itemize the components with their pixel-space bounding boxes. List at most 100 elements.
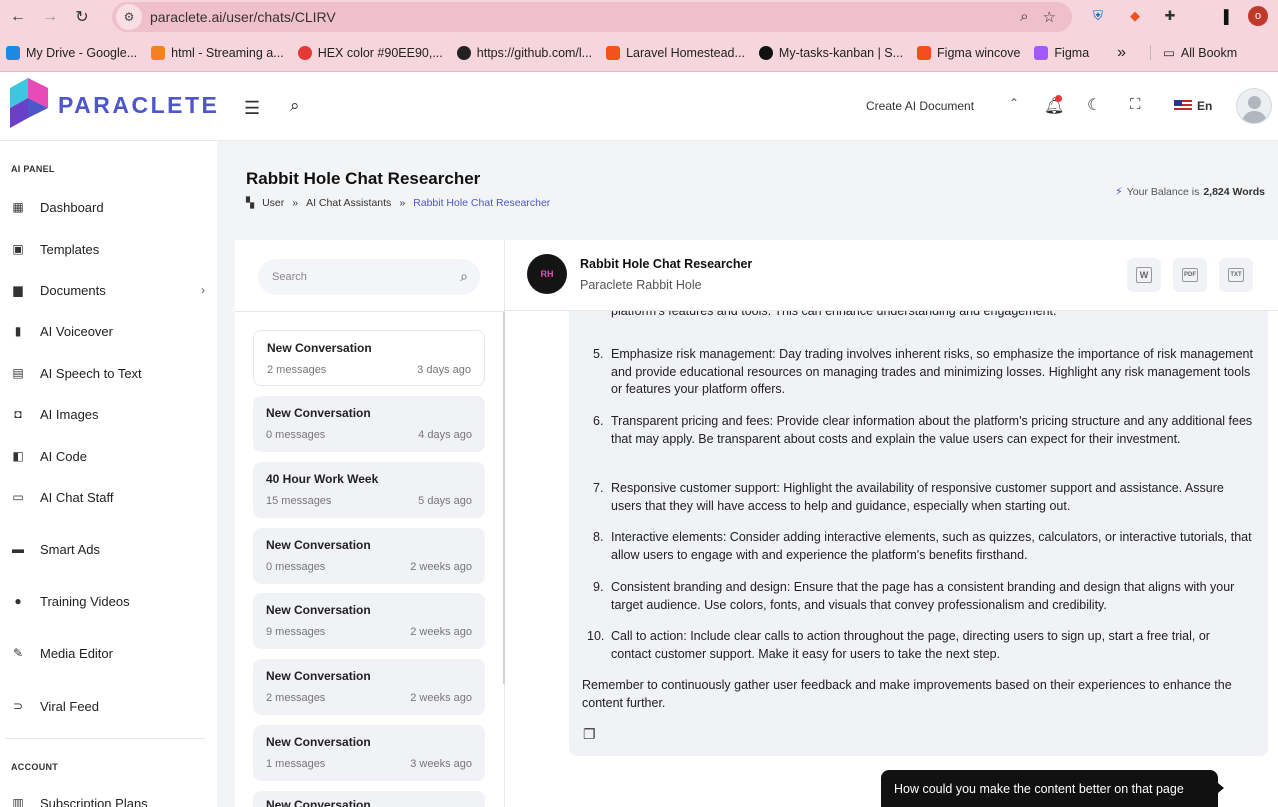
conversation-title: New Conversation: [266, 735, 371, 749]
extensions-puzzle-icon[interactable]: ✚: [1160, 6, 1180, 26]
bookmark-star-icon[interactable]: ☆: [1043, 8, 1056, 26]
bookmark-item[interactable]: My Drive - Google...: [6, 45, 137, 60]
profile-avatar[interactable]: o: [1248, 6, 1268, 26]
conversation-item[interactable]: New Conversation 0 messages 2 weeks ago: [253, 528, 485, 584]
rss-icon: ⊃: [12, 699, 24, 713]
conversation-search-input[interactable]: Search ⌕: [258, 259, 480, 295]
list-number: 8.: [593, 530, 604, 544]
sidebar: AI PANEL ▦ Dashboard ▣ Templates ▆ Document…: [0, 141, 217, 807]
sidebar-item-media-editor[interactable]: ✎ Media Editor: [10, 642, 205, 664]
bookmark-item[interactable]: Figma: [1034, 45, 1090, 60]
conversation-count: 9 messages: [266, 626, 326, 638]
bot-subtitle: Paraclete Rabbit Hole: [580, 278, 702, 292]
breadcrumb-item[interactable]: User: [262, 197, 284, 209]
video-icon: ●: [14, 594, 22, 608]
dark-mode-toggle-icon[interactable]: ☾: [1087, 95, 1101, 115]
conversation-count: 15 messages: [266, 495, 332, 507]
bookmark-label: Figma: [1054, 45, 1090, 60]
user-avatar[interactable]: [1236, 88, 1272, 124]
list-text: Consistent branding and design: Ensure t…: [611, 580, 1235, 612]
sidebar-item-subscription-plans[interactable]: ▥ Subscription Plans: [10, 792, 205, 807]
sidebar-item-ai-images[interactable]: ◘ AI Images: [10, 403, 205, 425]
sidebar-item-ai-voiceover[interactable]: ▮ AI Voiceover: [10, 320, 205, 342]
conversation-item[interactable]: New Conversation: [253, 791, 485, 807]
list-text: Interactive elements: Consider adding in…: [611, 530, 1252, 562]
sidebar-item-ai-speech-to-text[interactable]: ▤ AI Speech to Text: [10, 362, 205, 384]
user-message-bubble: How could you make the content better on…: [881, 770, 1218, 807]
sidebar-item-viral-feed[interactable]: ⊃ Viral Feed: [10, 695, 205, 717]
bolt-icon: ⚡︎: [1115, 186, 1123, 198]
language-selector[interactable]: En: [1174, 99, 1212, 113]
export-txt-button[interactable]: TXT: [1219, 258, 1253, 292]
back-icon[interactable]: ←: [4, 3, 32, 31]
conversation-list-panel: Search ⌕ New Conversation 2 messages 3 day…: [235, 240, 505, 807]
more-bookmarks-button[interactable]: »: [1117, 44, 1126, 62]
txt-file-icon: TXT: [1228, 268, 1244, 282]
copy-icon[interactable]: ❐: [583, 726, 596, 744]
conversation-title: New Conversation: [267, 341, 372, 355]
brand-name: PARACLETE: [58, 91, 220, 118]
address-bar[interactable]: ⚙ paraclete.ai/user/chats/CLIRV ⌕ ☆: [112, 2, 1072, 32]
breadcrumb-home-icon: ▚: [246, 197, 255, 209]
conversation-date: 5 days ago: [418, 495, 472, 507]
chevron-right-icon: ›: [201, 283, 205, 297]
sidebar-item-label: AI Images: [40, 406, 99, 422]
us-flag-icon: [1174, 100, 1192, 112]
conversation-item[interactable]: New Conversation 1 messages 3 weeks ago: [253, 725, 485, 781]
logo-mark-icon: [10, 78, 48, 128]
sidebar-item-training-videos[interactable]: ● Training Videos: [10, 590, 205, 612]
search-icon[interactable]: ⌕: [460, 268, 468, 285]
url-text[interactable]: paraclete.ai/user/chats/CLIRV: [150, 9, 336, 25]
message-list-item: 10. Call to action: Include clear calls t…: [587, 628, 1253, 663]
conversation-item[interactable]: New Conversation 2 messages 3 days ago: [253, 330, 485, 386]
sidebar-item-ai-code[interactable]: ◧ AI Code: [10, 445, 205, 467]
search-icon[interactable]: ⌕: [290, 96, 300, 116]
bookmark-item[interactable]: https://github.com/l...: [456, 45, 592, 60]
create-document-button[interactable]: Create AI Document: [866, 99, 974, 113]
bookmark-item[interactable]: My-tasks-kanban | S...: [758, 45, 903, 60]
conversation-title: New Conversation: [266, 406, 371, 420]
conversation-item[interactable]: New Conversation 9 messages 2 weeks ago: [253, 593, 485, 649]
list-number: 7.: [593, 481, 604, 495]
fullscreen-icon[interactable]: ⛶: [1130, 96, 1141, 113]
sidebar-item-label: Templates: [40, 241, 100, 257]
conversation-item[interactable]: 40 Hour Work Week 15 messages 5 days ago: [253, 462, 485, 518]
bookmark-item[interactable]: Figma wincove: [917, 45, 1020, 60]
bookmark-item[interactable]: HEX color #90EE90,...: [297, 45, 443, 60]
sidebar-item-label: AI Voiceover: [40, 323, 113, 339]
kanban-icon: [758, 45, 773, 60]
export-pdf-button[interactable]: PDF: [1173, 258, 1207, 292]
assistant-message: platform's features and tools. This can …: [569, 311, 1268, 756]
export-word-button[interactable]: W: [1127, 258, 1161, 292]
stackoverflow-icon: [151, 45, 166, 60]
chat-staff-icon: ▭: [12, 490, 24, 504]
extension-fox-icon[interactable]: ◆: [1125, 6, 1145, 26]
sidebar-item-label: Dashboard: [40, 199, 104, 215]
bookmark-item[interactable]: html - Streaming a...: [151, 45, 284, 60]
side-panel-icon[interactable]: ▐: [1214, 6, 1234, 26]
reload-icon[interactable]: ↻: [68, 3, 96, 31]
sidebar-item-templates[interactable]: ▣ Templates: [10, 238, 205, 260]
sidebar-item-ai-chat-staff[interactable]: ▭ AI Chat Staff: [10, 486, 205, 508]
extension-shield-icon[interactable]: ⛨: [1088, 6, 1108, 26]
bookmark-label: html - Streaming a...: [171, 45, 284, 60]
chevron-up-icon[interactable]: ⌃: [1009, 96, 1019, 110]
conversation-item[interactable]: New Conversation 0 messages 4 days ago: [253, 396, 485, 452]
sidebar-item-documents[interactable]: ▆ Documents ›: [10, 279, 205, 301]
all-bookmarks-item[interactable]: ▭ All Bookm: [1150, 45, 1237, 60]
sidebar-item-dashboard[interactable]: ▦ Dashboard: [10, 196, 205, 218]
breadcrumb-item[interactable]: AI Chat Assistants: [306, 197, 391, 209]
bookmark-item[interactable]: Laravel Homestead...: [606, 45, 745, 60]
sidebar-item-smart-ads[interactable]: ▬ Smart Ads: [10, 538, 205, 560]
site-info-icon[interactable]: ⚙: [116, 4, 142, 30]
conversation-item[interactable]: New Conversation 2 messages 2 weeks ago: [253, 659, 485, 715]
zoom-icon[interactable]: ⌕: [1020, 8, 1028, 26]
forward-icon[interactable]: →: [36, 3, 64, 31]
brand-logo[interactable]: PARACLETE: [8, 78, 219, 132]
dashboard-icon: ▦: [12, 200, 24, 214]
divider: [235, 311, 505, 312]
list-text: Transparent pricing and fees: Provide cl…: [611, 414, 1253, 446]
message-text-fragment: platform's features and tools. This can …: [611, 311, 1057, 318]
conversation-count: 2 messages: [266, 692, 326, 704]
menu-toggle-icon[interactable]: ☰: [244, 98, 260, 119]
